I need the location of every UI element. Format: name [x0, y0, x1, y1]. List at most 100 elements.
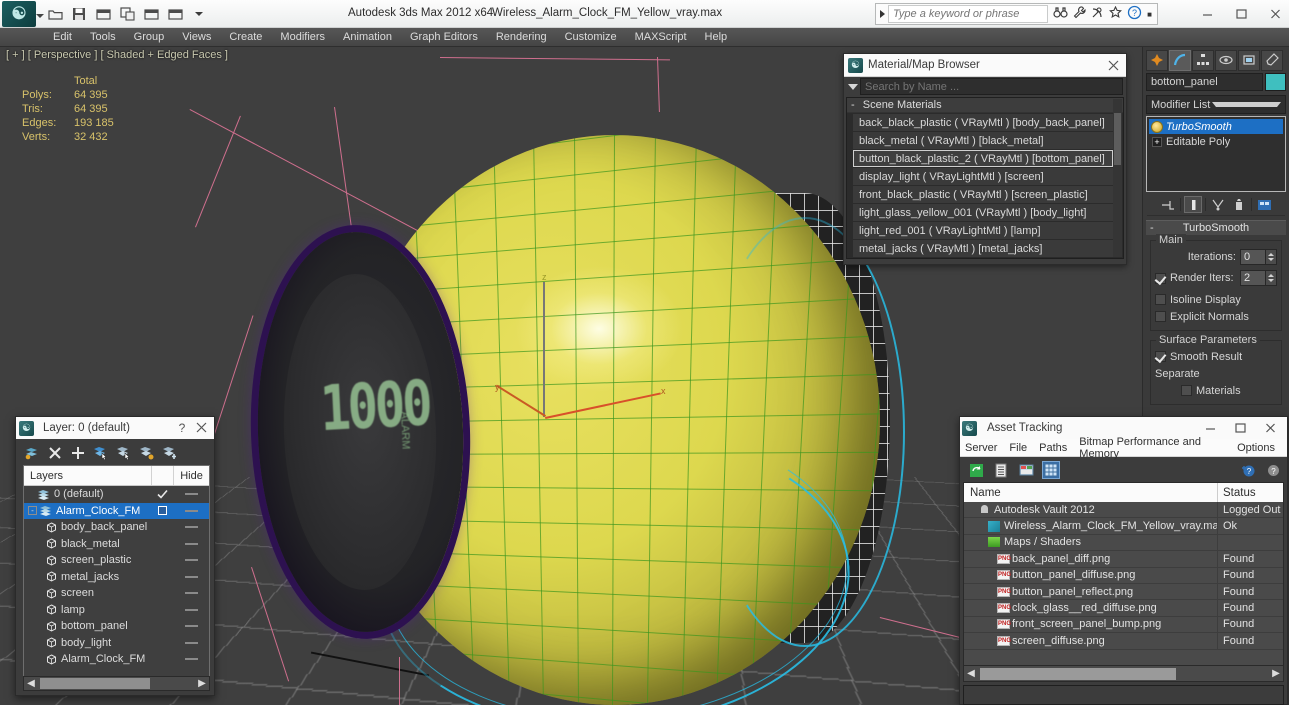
modifier-stack-item[interactable]: TurboSmooth — [1149, 119, 1283, 134]
binoculars-icon[interactable] — [1053, 6, 1068, 22]
material-list-item[interactable]: back_black_plastic ( VRayMtl ) [body_bac… — [853, 114, 1113, 131]
material-list-item[interactable]: black_metal ( VRayMtl ) [black_metal] — [853, 132, 1113, 149]
new-layer-icon[interactable] — [24, 445, 40, 461]
layer-row[interactable]: body_light — [24, 635, 209, 652]
hide-dash-icon[interactable] — [184, 641, 198, 644]
layer-hide-cell[interactable] — [173, 592, 209, 595]
add-selection-icon[interactable] — [139, 445, 155, 461]
render-iters-spinner[interactable] — [1240, 270, 1277, 286]
asset-list[interactable]: Name Status Autodesk Vault 2012 Logged Ou… — [963, 482, 1284, 682]
asset-row[interactable]: Wireless_Alarm_Clock_FM_Yellow_vray.max O… — [964, 518, 1283, 535]
search-dropdown-icon[interactable] — [876, 4, 888, 24]
expand-plus-icon[interactable]: + — [1152, 136, 1162, 147]
refresh-icon[interactable] — [967, 461, 985, 479]
scroll-track[interactable] — [38, 677, 195, 690]
asset-menu-paths[interactable]: Paths — [1039, 442, 1074, 454]
menu-item-edit[interactable]: Edit — [44, 28, 81, 47]
material-search-input[interactable] — [860, 78, 1123, 95]
layer-row[interactable]: screen — [24, 585, 209, 602]
asset-list-hscrollbar[interactable]: ◀ ▶ — [964, 665, 1283, 681]
isoline-display-checkbox[interactable] — [1155, 294, 1166, 305]
grid-view-icon[interactable] — [1042, 461, 1060, 479]
menu-item-views[interactable]: Views — [173, 28, 220, 47]
layer-row[interactable]: lamp — [24, 602, 209, 619]
menu-item-graph-editors[interactable]: Graph Editors — [401, 28, 487, 47]
layer-row[interactable]: screen_plastic — [24, 552, 209, 569]
render-iters-input[interactable] — [1240, 270, 1266, 286]
hide-dash-icon[interactable] — [184, 608, 198, 611]
material-list-item[interactable]: button_black_plastic_2 ( VRayMtl ) [bott… — [853, 150, 1113, 167]
layer-list-hscrollbar[interactable]: ◀ ▶ — [23, 676, 210, 691]
layer-row[interactable]: - Alarm_Clock_FM — [24, 502, 209, 519]
menu-item-create[interactable]: Create — [220, 28, 271, 47]
hide-dash-icon[interactable] — [184, 526, 198, 529]
smooth-result-checkbox[interactable] — [1155, 351, 1166, 362]
material-list-scrollbar[interactable] — [1113, 99, 1122, 257]
hide-dash-icon[interactable] — [184, 658, 198, 661]
utilities-tab-icon[interactable] — [1261, 49, 1283, 71]
layer-row[interactable]: black_metal — [24, 536, 209, 553]
help-dropdown-icon[interactable]: ■ — [1147, 10, 1152, 19]
help-button[interactable]: ? — [173, 421, 191, 435]
modify-tab-icon[interactable] — [1169, 49, 1191, 71]
modifier-stack-item[interactable]: + Editable Poly — [1149, 134, 1283, 149]
layer-dialog[interactable]: ☯ Layer: 0 (default) ? Layers Hide 0 (de… — [15, 416, 215, 696]
iterations-spinner[interactable] — [1240, 249, 1277, 265]
layer-hide-cell[interactable] — [173, 575, 209, 578]
path-view-icon[interactable] — [1017, 461, 1035, 479]
undo-icon[interactable] — [92, 3, 114, 25]
hide-dash-icon[interactable] — [184, 625, 198, 628]
group-collapse-icon[interactable]: - — [851, 99, 855, 111]
scene-materials-group-header[interactable]: - Scene Materials — [847, 98, 1123, 113]
expand-collapse-icon[interactable]: - — [28, 506, 37, 516]
gizmo-axis-x[interactable] — [545, 392, 661, 419]
modifier-stack[interactable]: TurboSmooth + Editable Poly — [1146, 116, 1286, 192]
select-highlight-icon[interactable] — [116, 445, 132, 461]
configure-sets-icon[interactable] — [1255, 196, 1273, 213]
app-menu-chevron-icon[interactable] — [36, 14, 44, 18]
select-objects-icon[interactable] — [93, 445, 109, 461]
modifier-list-dropdown[interactable]: Modifier List — [1146, 95, 1286, 114]
menu-item-animation[interactable]: Animation — [334, 28, 401, 47]
layer-hide-cell[interactable] — [173, 493, 209, 496]
list-view-icon[interactable] — [992, 461, 1010, 479]
asset-menu-file[interactable]: File — [1009, 442, 1034, 454]
hide-dash-icon[interactable] — [184, 542, 198, 545]
explicit-normals-row[interactable]: Explicit Normals — [1155, 308, 1277, 325]
hide-dash-icon[interactable] — [184, 575, 198, 578]
object-color-swatch[interactable] — [1265, 73, 1286, 91]
material-list-item[interactable]: display_light ( VRayLightMtl ) [screen] — [853, 168, 1113, 185]
menu-item-rendering[interactable]: Rendering — [487, 28, 556, 47]
material-list-item[interactable]: light_red_001 ( VRayLightMtl ) [lamp] — [853, 222, 1113, 239]
layer-hide-cell[interactable] — [173, 641, 209, 644]
menu-item-help[interactable]: Help — [696, 28, 737, 47]
layer-row[interactable]: metal_jacks — [24, 569, 209, 586]
make-unique-icon[interactable] — [1209, 196, 1227, 213]
close-icon[interactable] — [1104, 56, 1122, 74]
display-tab-icon[interactable] — [1238, 49, 1260, 71]
light-bulb-icon[interactable] — [1151, 120, 1163, 133]
pin-stack-icon[interactable] — [1159, 196, 1177, 213]
layer-row[interactable]: body_back_panel — [24, 519, 209, 536]
material-list-item[interactable]: metal_jacks ( VRayMtl ) [metal_jacks] — [853, 240, 1113, 257]
layer-hide-cell[interactable] — [173, 542, 209, 545]
hierarchy-tab-icon[interactable] — [1192, 49, 1214, 71]
render-iters-checkbox[interactable] — [1155, 272, 1166, 284]
spinner-arrows-icon[interactable] — [1266, 249, 1277, 265]
asset-row[interactable]: PNG back_panel_diff.png Found — [964, 551, 1283, 568]
layer-hide-cell[interactable] — [173, 658, 209, 661]
asset-row[interactable]: PNG button_panel_diffuse.png Found — [964, 567, 1283, 584]
asset-menu-bitmap-performance-and-memory[interactable]: Bitmap Performance and Memory — [1079, 436, 1232, 460]
material-map-browser-window[interactable]: ☯ Material/Map Browser - Scene Materials… — [843, 53, 1127, 265]
layer-row[interactable]: Alarm_Clock_FM — [24, 651, 209, 668]
scroll-right-icon[interactable]: ▶ — [1269, 668, 1283, 679]
remove-modifier-icon[interactable] — [1230, 196, 1248, 213]
layer-row[interactable]: 0 (default) — [24, 486, 209, 503]
explicit-normals-checkbox[interactable] — [1155, 311, 1166, 322]
close-icon[interactable] — [1255, 418, 1285, 438]
object-name-field[interactable]: bottom_panel — [1146, 73, 1263, 91]
asset-row[interactable]: PNG front_screen_panel_bump.png Found — [964, 616, 1283, 634]
max-app-logo-icon[interactable]: ☯ — [2, 1, 36, 27]
satellite-icon[interactable] — [1091, 6, 1104, 22]
menu-item-tools[interactable]: Tools — [81, 28, 125, 47]
